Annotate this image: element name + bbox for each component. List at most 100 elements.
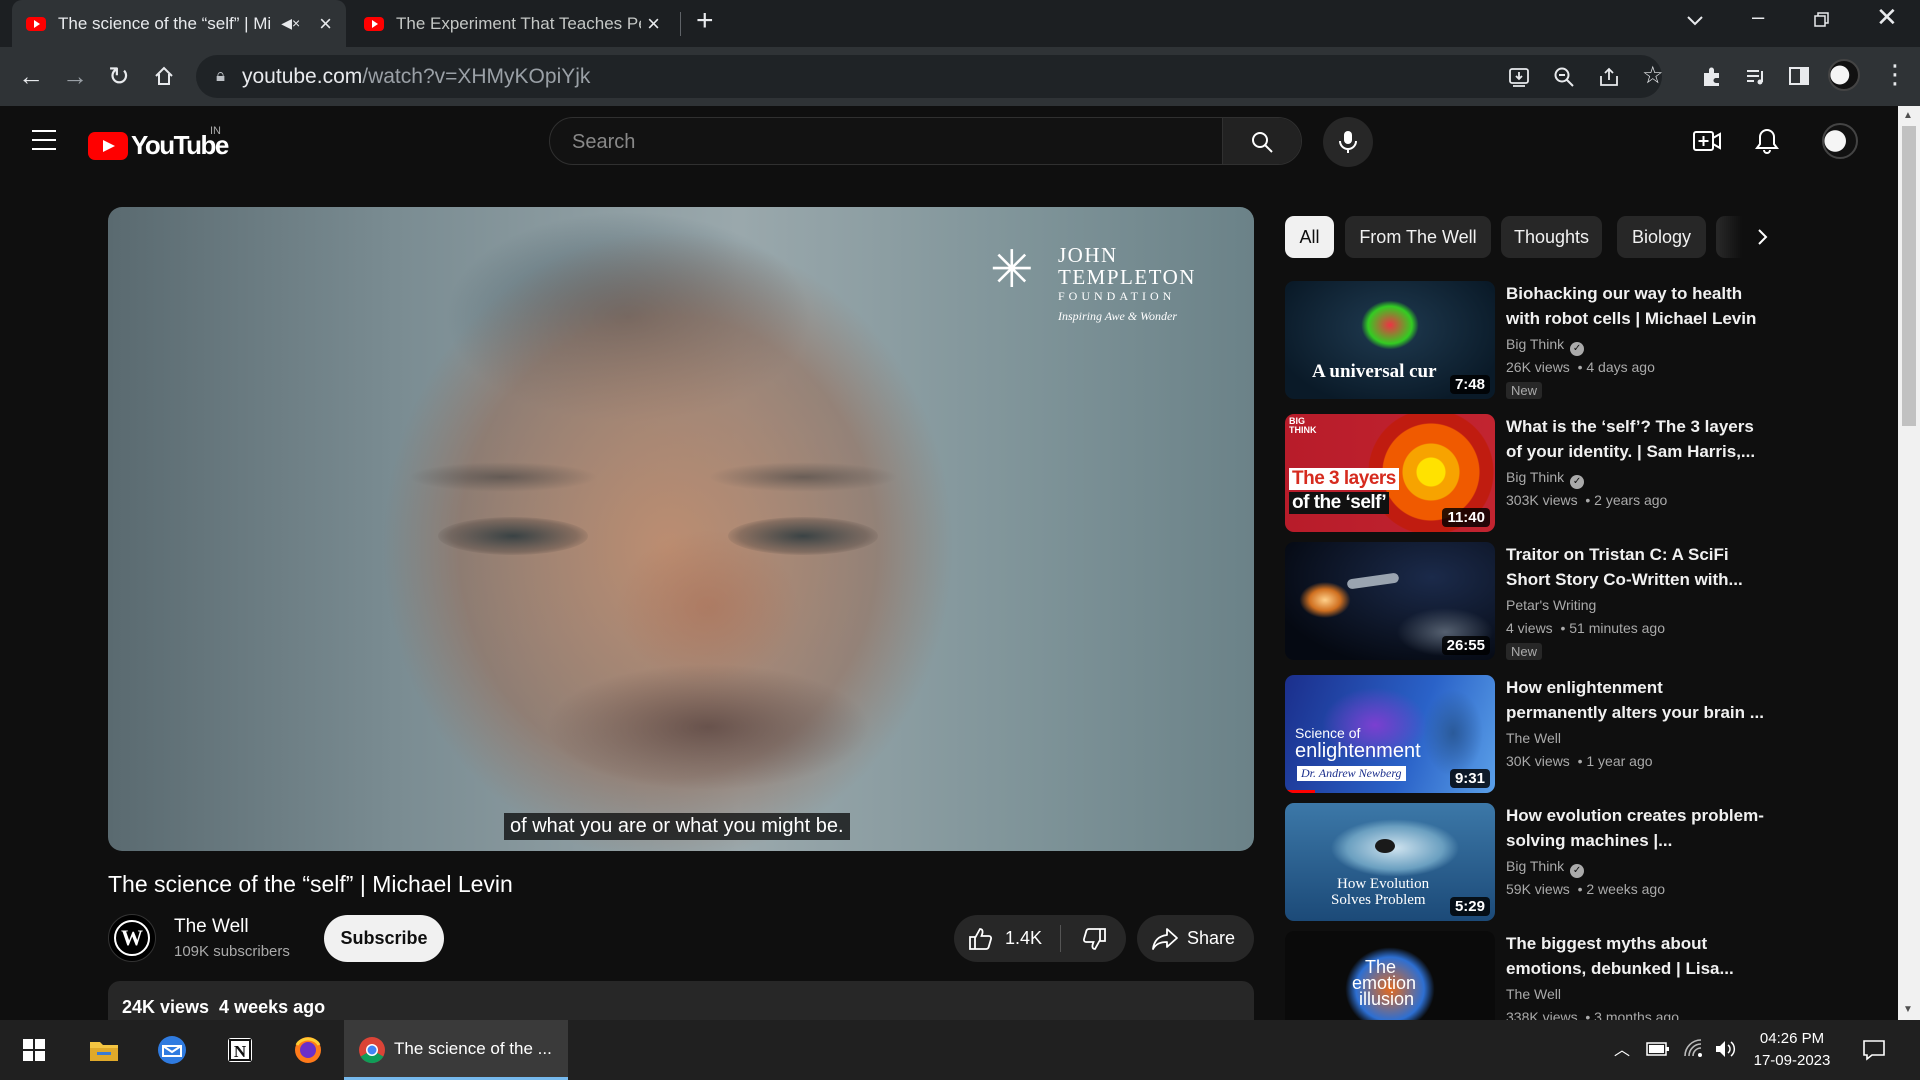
system-clock[interactable]: 04:26 PM 17-09-2023 — [1742, 1028, 1842, 1072]
watch-progress-bar — [1285, 790, 1315, 793]
video-thumbnail[interactable]: How Evolution Solves Problem 5:29 — [1285, 803, 1495, 921]
browser-menu-icon[interactable]: ⋮ — [1882, 57, 1908, 91]
page-scrollbar[interactable]: ▲ ▼ — [1898, 106, 1920, 1020]
youtube-logo[interactable]: YouTube IN — [88, 125, 229, 161]
recommendation-item[interactable]: BIG THINK The 3 layers of the ‘self’ 11:… — [1285, 414, 1765, 534]
thumbnail-text: How Evolution — [1337, 876, 1430, 892]
recommendation-item[interactable]: A universal cur 7:48 Biohacking our way … — [1285, 281, 1765, 401]
tab-search-chevron-icon[interactable] — [1686, 12, 1704, 30]
browser-profile-avatar[interactable] — [1828, 59, 1860, 91]
recommendation-title[interactable]: Biohacking our way to health with robot … — [1506, 281, 1766, 331]
search-input[interactable] — [570, 128, 1214, 156]
video-title: The science of the “self” | Michael Levi… — [108, 871, 513, 897]
share-page-icon[interactable] — [1598, 66, 1620, 88]
chip-all[interactable]: All — [1285, 216, 1334, 258]
extensions-icon[interactable] — [1700, 65, 1724, 89]
mail-app-icon[interactable] — [152, 1030, 192, 1070]
recommendation-channel[interactable]: Petar's Writing — [1506, 597, 1596, 613]
scrollbar-thumb[interactable] — [1902, 126, 1916, 426]
window-close-icon[interactable]: ✕ — [1876, 2, 1898, 33]
recommendation-title[interactable]: How evolution creates problem-solving ma… — [1506, 803, 1766, 853]
video-thumbnail[interactable]: 26:55 — [1285, 542, 1495, 660]
file-explorer-icon[interactable] — [84, 1030, 124, 1070]
channel-avatar[interactable]: W — [108, 914, 156, 962]
video-player[interactable]: ✳ JOHN TEMPLETON FOUNDATION Inspiring Aw… — [108, 207, 1254, 851]
tray-overflow-chevron-icon[interactable]: ︿ — [1614, 1036, 1630, 1060]
minimize-icon[interactable]: – — [1752, 4, 1764, 30]
recommendation-item[interactable]: The emotion illusion The biggest myths a… — [1285, 931, 1765, 1020]
taskbar-chrome-window[interactable]: The science of the ... — [344, 1020, 568, 1080]
video-thumbnail[interactable]: BIG THINK The 3 layers of the ‘self’ 11:… — [1285, 414, 1495, 532]
recommendation-title[interactable]: The biggest myths about emotions, debunk… — [1506, 931, 1765, 981]
close-tab-icon[interactable]: × — [647, 11, 660, 37]
bookmark-star-icon[interactable]: ☆ — [1642, 61, 1664, 90]
recommendation-item[interactable]: Science of enlightenment Dr. Andrew Newb… — [1285, 675, 1765, 795]
new-tab-icon[interactable]: + — [696, 4, 714, 38]
subscriber-count: 109K subscribers — [174, 943, 290, 960]
media-controls-icon[interactable] — [1744, 65, 1768, 89]
video-thumbnail[interactable]: A universal cur 7:48 — [1285, 281, 1495, 399]
restore-icon[interactable] — [1814, 12, 1830, 28]
account-avatar[interactable] — [1822, 123, 1858, 159]
like-count: 1.4K — [1005, 928, 1043, 948]
firefox-icon[interactable] — [288, 1030, 328, 1070]
lock-icon[interactable]: 🔒︎ — [216, 66, 225, 86]
share-button[interactable]: Share — [1137, 915, 1254, 962]
recommendation-title[interactable]: Traitor on Tristan C: A SciFi Short Stor… — [1506, 542, 1766, 592]
recommendation-channel[interactable]: The Well — [1506, 986, 1561, 1002]
scroll-down-arrow-icon[interactable]: ▼ — [1903, 1004, 1913, 1015]
speaker-muted-icon[interactable]: ◀× — [281, 15, 300, 32]
back-icon[interactable]: ← — [18, 59, 44, 93]
install-app-icon[interactable] — [1508, 66, 1530, 88]
recommendation-item[interactable]: How Evolution Solves Problem 5:29 How ev… — [1285, 803, 1765, 923]
reload-icon[interactable]: ↻ — [108, 59, 130, 93]
tab-active[interactable]: The science of the “self” | Mi ◀× × — [12, 0, 346, 47]
video-duration: 11:40 — [1442, 508, 1490, 527]
battery-icon[interactable] — [1646, 1040, 1670, 1058]
tab-inactive[interactable]: The Experiment That Teaches Pec × — [350, 0, 674, 47]
recommendation-title[interactable]: What is the ‘self’? The 3 layers of your… — [1506, 414, 1766, 464]
notifications-bell-icon[interactable] — [1755, 128, 1779, 154]
tab-divider — [680, 12, 681, 36]
close-tab-icon[interactable]: × — [319, 11, 332, 37]
chip-biology[interactable]: Biology — [1617, 216, 1706, 258]
tab-title: The science of the “self” | Mi — [58, 13, 272, 33]
chip-thoughts[interactable]: Thoughts — [1501, 216, 1602, 258]
recommendation-channel[interactable]: Big Think ✓ — [1506, 336, 1585, 356]
create-video-icon[interactable] — [1693, 130, 1721, 152]
recommendation-item[interactable]: 26:55 Traitor on Tristan C: A SciFi Shor… — [1285, 542, 1765, 662]
channel-name[interactable]: The Well — [174, 916, 249, 938]
side-panel-icon[interactable] — [1788, 65, 1810, 87]
zoom-icon[interactable] — [1553, 66, 1575, 88]
chips-next-chevron-icon[interactable] — [1742, 216, 1784, 258]
youtube-play-icon — [88, 131, 128, 160]
guide-menu-icon[interactable] — [32, 130, 56, 157]
clock-time: 04:26 PM — [1759, 1030, 1825, 1047]
address-bar[interactable]: 🔒︎ youtube.com/watch?v=XHMyKOpiYjk ☆ — [196, 55, 1664, 98]
recommendation-channel[interactable]: Big Think ✓ — [1506, 469, 1585, 489]
dislike-button[interactable] — [1061, 915, 1126, 962]
verified-check-icon: ✓ — [1570, 475, 1585, 489]
thumbnail-text: enlightenment — [1295, 740, 1421, 762]
video-thumbnail[interactable]: Science of enlightenment Dr. Andrew Newb… — [1285, 675, 1495, 793]
voice-search-button[interactable] — [1323, 117, 1373, 167]
video-frame-detail — [708, 462, 898, 492]
volume-icon[interactable] — [1714, 1038, 1736, 1060]
recommendation-channel[interactable]: Big Think ✓ — [1506, 858, 1585, 878]
like-button[interactable]: 1.4K — [954, 915, 1060, 962]
search-button[interactable] — [1222, 118, 1301, 164]
subscribe-button[interactable]: Subscribe — [324, 915, 444, 962]
video-thumbnail[interactable]: The emotion illusion — [1285, 931, 1495, 1020]
chip-from-the-well[interactable]: From The Well — [1345, 216, 1491, 258]
url-text[interactable]: youtube.com/watch?v=XHMyKOpiYjk — [242, 65, 590, 89]
scroll-up-arrow-icon[interactable]: ▲ — [1903, 110, 1913, 121]
wifi-icon[interactable] — [1683, 1038, 1705, 1060]
forward-icon[interactable]: → — [62, 59, 88, 93]
windows-start-icon[interactable] — [14, 1030, 54, 1070]
home-icon[interactable] — [153, 65, 175, 87]
notion-icon[interactable]: N — [220, 1030, 260, 1070]
thumbnail-brand: BIG THINK — [1289, 416, 1317, 435]
notification-center-icon[interactable] — [1862, 1038, 1886, 1062]
recommendation-channel[interactable]: The Well — [1506, 730, 1561, 746]
recommendation-title[interactable]: How enlightenment permanently alters you… — [1506, 675, 1766, 725]
